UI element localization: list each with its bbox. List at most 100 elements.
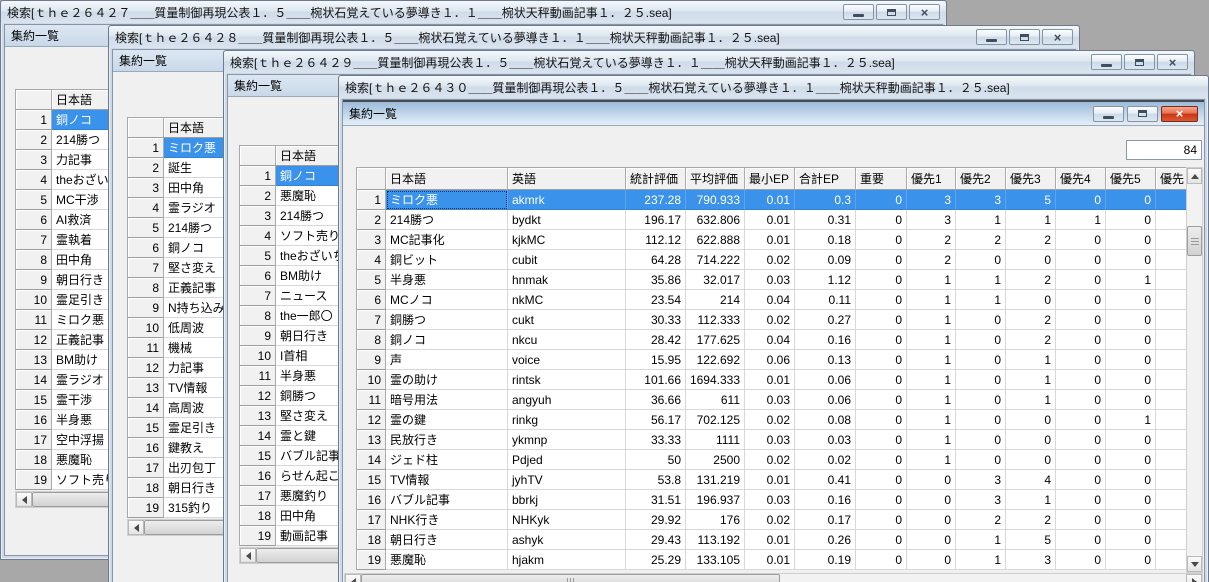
value-cell[interactable]: 0 bbox=[856, 270, 907, 290]
value-cell[interactable]: 1 bbox=[1006, 350, 1056, 370]
value-cell[interactable]: 0 bbox=[1106, 450, 1156, 470]
value-cell[interactable]: 56.17 bbox=[626, 410, 686, 430]
value-cell[interactable] bbox=[1156, 270, 1187, 290]
value-cell[interactable]: 1 bbox=[907, 370, 956, 390]
row-number-cell[interactable]: 19 bbox=[16, 470, 52, 490]
row-number-cell[interactable]: 3 bbox=[16, 150, 52, 170]
value-cell[interactable]: 1.12 bbox=[795, 270, 856, 290]
value-cell[interactable]: 3 bbox=[956, 470, 1006, 490]
value-cell[interactable]: 0.03 bbox=[745, 270, 795, 290]
value-cell[interactable]: 53.8 bbox=[626, 470, 686, 490]
value-cell[interactable]: 0 bbox=[1056, 390, 1106, 410]
english-cell[interactable]: hnmak bbox=[508, 270, 626, 290]
search-window-26430[interactable]: 検索[ｔｈｅ２６４３０＿＿質量制御再現公表１．５＿＿椀状石覚えている夢導き１．１… bbox=[338, 75, 1209, 582]
value-cell[interactable]: 23.54 bbox=[626, 290, 686, 310]
row-number-cell[interactable]: 8 bbox=[128, 278, 164, 298]
value-cell[interactable]: 122.692 bbox=[686, 350, 745, 370]
value-cell[interactable]: 2 bbox=[1006, 230, 1056, 250]
row-number-cell[interactable]: 19 bbox=[357, 550, 386, 570]
value-cell[interactable]: 35.86 bbox=[626, 270, 686, 290]
minimize-button[interactable] bbox=[1093, 106, 1124, 122]
english-cell[interactable]: angyuh bbox=[508, 390, 626, 410]
row-number-cell[interactable]: 8 bbox=[16, 250, 52, 270]
value-cell[interactable]: 0 bbox=[856, 510, 907, 530]
value-cell[interactable]: 237.28 bbox=[626, 190, 686, 210]
value-cell[interactable]: 0 bbox=[1056, 230, 1106, 250]
japanese-cell[interactable]: 半身悪 bbox=[386, 270, 508, 290]
value-cell[interactable]: 0.16 bbox=[795, 330, 856, 350]
value-cell[interactable]: 36.66 bbox=[626, 390, 686, 410]
japanese-cell[interactable]: MC記事化 bbox=[386, 230, 508, 250]
row-number-cell[interactable]: 16 bbox=[16, 410, 52, 430]
value-cell[interactable]: 0 bbox=[856, 370, 907, 390]
row-number-cell[interactable]: 2 bbox=[16, 130, 52, 150]
value-cell[interactable]: 0 bbox=[1106, 510, 1156, 530]
row-number-cell[interactable]: 14 bbox=[16, 370, 52, 390]
value-cell[interactable] bbox=[1156, 290, 1187, 310]
value-cell[interactable]: 0.3 bbox=[795, 190, 856, 210]
row-number-cell[interactable]: 9 bbox=[357, 350, 386, 370]
value-cell[interactable]: 0 bbox=[1006, 430, 1056, 450]
value-cell[interactable]: 0.01 bbox=[745, 230, 795, 250]
japanese-cell[interactable]: 銅ノコ bbox=[386, 330, 508, 350]
value-cell[interactable]: 1 bbox=[907, 350, 956, 370]
value-cell[interactable]: 29.92 bbox=[626, 510, 686, 530]
scroll-thumb[interactable] bbox=[1187, 226, 1202, 256]
value-cell[interactable]: 196.17 bbox=[626, 210, 686, 230]
value-cell[interactable]: 3 bbox=[956, 190, 1006, 210]
row-number-cell[interactable]: 2 bbox=[240, 186, 276, 206]
value-cell[interactable]: 1 bbox=[956, 270, 1006, 290]
row-number-cell[interactable]: 15 bbox=[128, 418, 164, 438]
titlebar[interactable]: 検索[ｔｈｅ２６４２８＿＿質量制御再現公表１．５＿＿椀状石覚えている夢導き１．１… bbox=[109, 26, 1079, 48]
value-cell[interactable]: 5 bbox=[1006, 190, 1056, 210]
value-cell[interactable]: 2 bbox=[1006, 270, 1056, 290]
value-cell[interactable]: 0 bbox=[1056, 430, 1106, 450]
value-cell[interactable]: 177.625 bbox=[686, 330, 745, 350]
scroll-left-button[interactable] bbox=[128, 520, 144, 535]
value-cell[interactable]: 0.13 bbox=[795, 350, 856, 370]
value-cell[interactable]: 50 bbox=[626, 450, 686, 470]
value-cell[interactable] bbox=[1156, 510, 1187, 530]
english-cell[interactable]: bbrkj bbox=[508, 490, 626, 510]
value-cell[interactable]: 0 bbox=[1056, 330, 1106, 350]
japanese-cell[interactable]: ジェド柱 bbox=[386, 450, 508, 470]
minimize-button[interactable] bbox=[976, 29, 1007, 45]
english-cell[interactable]: jyhTV bbox=[508, 470, 626, 490]
value-cell[interactable]: 0 bbox=[956, 410, 1006, 430]
value-cell[interactable] bbox=[1156, 210, 1187, 230]
value-cell[interactable]: 0 bbox=[856, 350, 907, 370]
value-cell[interactable]: 133.105 bbox=[686, 550, 745, 570]
english-cell[interactable]: rintsk bbox=[508, 370, 626, 390]
row-number-cell[interactable]: 10 bbox=[240, 346, 276, 366]
row-number-cell[interactable]: 4 bbox=[16, 170, 52, 190]
row-number-cell[interactable]: 18 bbox=[128, 478, 164, 498]
value-cell[interactable]: 0 bbox=[1056, 450, 1106, 470]
value-cell[interactable]: 0 bbox=[1106, 390, 1156, 410]
row-number-cell[interactable]: 2 bbox=[128, 158, 164, 178]
row-number-cell[interactable]: 13 bbox=[16, 350, 52, 370]
value-cell[interactable]: 1 bbox=[1106, 270, 1156, 290]
value-cell[interactable]: 1111 bbox=[686, 430, 745, 450]
titlebar[interactable]: 検索[ｔｈｅ２６４３０＿＿質量制御再現公表１．５＿＿椀状石覚えている夢導き１．１… bbox=[339, 76, 1208, 98]
row-number-cell[interactable]: 12 bbox=[240, 386, 276, 406]
row-number-cell[interactable]: 18 bbox=[240, 506, 276, 526]
value-cell[interactable]: 113.192 bbox=[686, 530, 745, 550]
row-number-cell[interactable]: 16 bbox=[357, 490, 386, 510]
japanese-cell[interactable]: MCノコ bbox=[386, 290, 508, 310]
value-cell[interactable]: 5 bbox=[1006, 530, 1056, 550]
value-cell[interactable]: 1 bbox=[907, 330, 956, 350]
scroll-thumb[interactable] bbox=[361, 574, 780, 582]
value-cell[interactable]: 2 bbox=[1006, 310, 1056, 330]
japanese-cell[interactable]: 霊の助け bbox=[386, 370, 508, 390]
value-cell[interactable]: 176 bbox=[686, 510, 745, 530]
row-number-cell[interactable]: 3 bbox=[240, 206, 276, 226]
value-cell[interactable]: 15.95 bbox=[626, 350, 686, 370]
row-number-cell[interactable]: 17 bbox=[16, 430, 52, 450]
value-cell[interactable]: 1694.333 bbox=[686, 370, 745, 390]
value-cell[interactable]: 0 bbox=[1106, 210, 1156, 230]
value-cell[interactable]: 0 bbox=[856, 250, 907, 270]
value-cell[interactable]: 0 bbox=[956, 330, 1006, 350]
japanese-cell[interactable]: 214勝つ bbox=[386, 210, 508, 230]
value-cell[interactable]: 0 bbox=[1006, 410, 1056, 430]
value-cell[interactable]: 1 bbox=[1056, 210, 1106, 230]
